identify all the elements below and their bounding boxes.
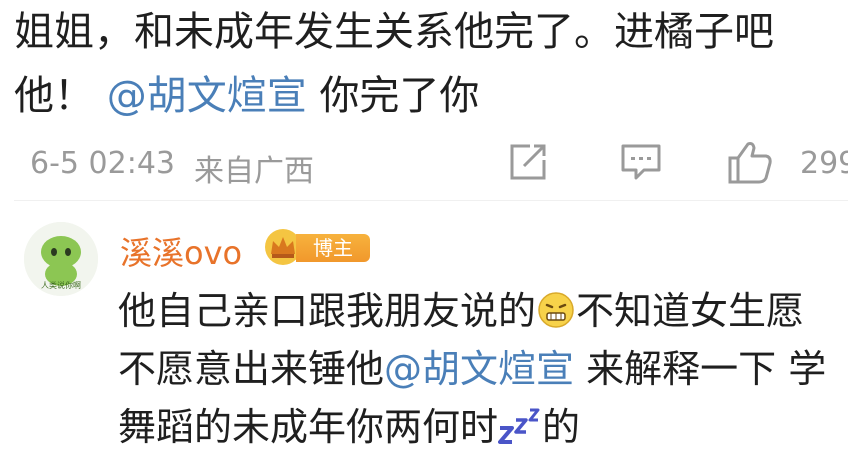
share-icon[interactable] (508, 142, 548, 190)
reply-body-1: 他自己亲口跟我朋友说的 (118, 289, 537, 333)
comment-body-tail: 你完了你 (319, 73, 480, 119)
comment-location: 来自广西 (194, 154, 314, 189)
badge-label: 博主 (296, 234, 370, 262)
comment-time: 6-5 02:43 (30, 146, 175, 181)
comment-icon[interactable] (620, 142, 662, 190)
reply-username[interactable]: 溪溪ovo (120, 228, 242, 274)
avatar[interactable]: 人类说你啊 (24, 222, 98, 296)
comment-text: 姐姐，和未成年发生关系他完了。进橘子吧他！ @胡文煊宣 你完了你 (14, 0, 844, 128)
like-count: 299 (800, 146, 848, 181)
blogger-badge: 博主 (262, 227, 372, 267)
reply-text: 他自己亲口跟我朋友说的 不知道女生愿不愿意出来锤他@胡文煊宣 来解释一下 学舞蹈… (118, 282, 838, 456)
thumbs-up-icon[interactable] (726, 140, 774, 192)
grimace-emoji (536, 288, 576, 328)
reply-mention-link[interactable]: @胡文煊宣 (384, 347, 574, 391)
comment-meta: 6-5 02:43 来自广西 299 (14, 140, 848, 189)
avatar-caption: 人类说你啊 (41, 280, 81, 290)
sleep-zzz-emoji (498, 402, 542, 444)
reply-body-4: 的 (542, 405, 581, 449)
divider (14, 200, 848, 201)
mention-link[interactable]: @胡文煊宣 (107, 73, 307, 119)
